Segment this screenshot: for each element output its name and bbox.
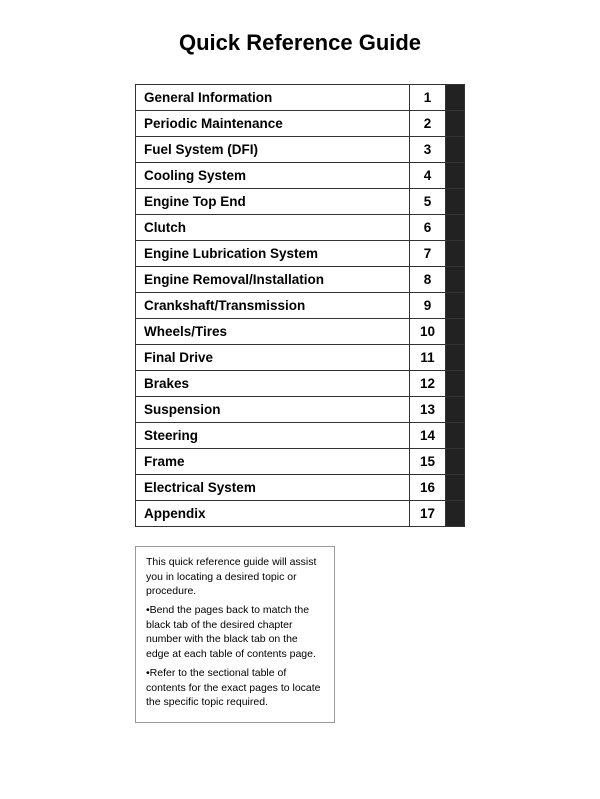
table-row: Periodic Maintenance2 <box>135 110 465 137</box>
row-label: Appendix <box>136 501 410 526</box>
row-tab <box>446 449 464 474</box>
row-number: 2 <box>410 111 446 136</box>
row-tab <box>446 189 464 214</box>
row-number: 10 <box>410 319 446 344</box>
row-tab <box>446 423 464 448</box>
row-label: Engine Removal/Installation <box>136 267 410 292</box>
row-number: 17 <box>410 501 446 526</box>
table-row: Final Drive11 <box>135 344 465 371</box>
note-box: This quick reference guide will assist y… <box>135 546 335 723</box>
row-label: Periodic Maintenance <box>136 111 410 136</box>
bottom-note-container: This quick reference guide will assist y… <box>135 546 465 723</box>
row-label: Suspension <box>136 397 410 422</box>
row-label: Clutch <box>136 215 410 240</box>
row-tab <box>446 319 464 344</box>
row-label: Steering <box>136 423 410 448</box>
row-number: 15 <box>410 449 446 474</box>
row-label: Final Drive <box>136 345 410 370</box>
row-label: Cooling System <box>136 163 410 188</box>
table-row: Fuel System (DFI)3 <box>135 136 465 163</box>
table-row: Engine Removal/Installation8 <box>135 266 465 293</box>
row-tab <box>446 397 464 422</box>
table-row: Cooling System4 <box>135 162 465 189</box>
table-row: Brakes12 <box>135 370 465 397</box>
row-tab <box>446 345 464 370</box>
page-title: Quick Reference Guide <box>179 30 421 56</box>
note-line3: •Refer to the sectional table of content… <box>146 666 324 710</box>
note-line2: •Bend the pages back to match the black … <box>146 603 324 662</box>
row-label: Wheels/Tires <box>136 319 410 344</box>
row-number: 13 <box>410 397 446 422</box>
row-tab <box>446 163 464 188</box>
row-number: 11 <box>410 345 446 370</box>
row-tab <box>446 293 464 318</box>
table-row: Crankshaft/Transmission9 <box>135 292 465 319</box>
row-label: Frame <box>136 449 410 474</box>
row-tab <box>446 501 464 526</box>
table-row: Clutch6 <box>135 214 465 241</box>
table-row: Appendix17 <box>135 500 465 527</box>
row-number: 5 <box>410 189 446 214</box>
row-tab <box>446 111 464 136</box>
row-tab <box>446 85 464 110</box>
table-row: General Information1 <box>135 84 465 111</box>
row-number: 6 <box>410 215 446 240</box>
row-tab <box>446 215 464 240</box>
table-row: Suspension13 <box>135 396 465 423</box>
row-number: 4 <box>410 163 446 188</box>
row-number: 1 <box>410 85 446 110</box>
row-number: 8 <box>410 267 446 292</box>
note-line1: This quick reference guide will assist y… <box>146 555 324 599</box>
row-number: 12 <box>410 371 446 396</box>
row-number: 7 <box>410 241 446 266</box>
row-label: Crankshaft/Transmission <box>136 293 410 318</box>
row-tab <box>446 137 464 162</box>
row-tab <box>446 267 464 292</box>
row-tab <box>446 475 464 500</box>
row-label: Electrical System <box>136 475 410 500</box>
row-number: 9 <box>410 293 446 318</box>
table-row: Electrical System16 <box>135 474 465 501</box>
row-tab <box>446 371 464 396</box>
row-number: 14 <box>410 423 446 448</box>
row-tab <box>446 241 464 266</box>
row-label: Engine Lubrication System <box>136 241 410 266</box>
table-row: Engine Lubrication System7 <box>135 240 465 267</box>
row-number: 16 <box>410 475 446 500</box>
row-label: General Information <box>136 85 410 110</box>
row-label: Engine Top End <box>136 189 410 214</box>
table-row: Wheels/Tires10 <box>135 318 465 345</box>
row-label: Fuel System (DFI) <box>136 137 410 162</box>
table-row: Engine Top End5 <box>135 188 465 215</box>
row-label: Brakes <box>136 371 410 396</box>
reference-table: General Information1Periodic Maintenance… <box>135 84 465 526</box>
row-number: 3 <box>410 137 446 162</box>
table-row: Steering14 <box>135 422 465 449</box>
table-row: Frame15 <box>135 448 465 475</box>
